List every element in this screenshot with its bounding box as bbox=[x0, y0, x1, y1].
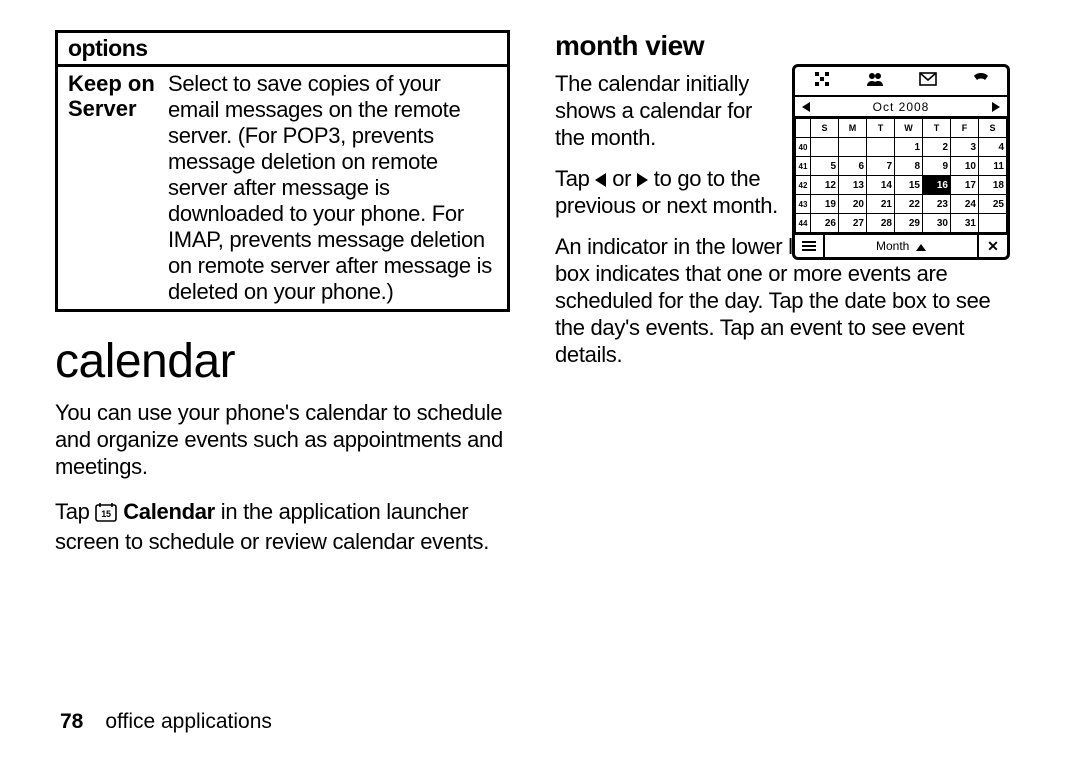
option-desc: Select to save copies of your email mess… bbox=[168, 71, 497, 305]
page-number: 78 bbox=[60, 710, 83, 733]
date-cell[interactable]: 26 bbox=[811, 214, 839, 233]
apps-icon[interactable] bbox=[795, 71, 848, 92]
date-cell[interactable]: 5 bbox=[811, 157, 839, 176]
mail-icon[interactable] bbox=[901, 71, 954, 91]
date-cell[interactable] bbox=[811, 138, 839, 157]
date-cell[interactable]: 21 bbox=[867, 195, 895, 214]
date-cell[interactable]: 17 bbox=[951, 176, 979, 195]
date-cell[interactable]: 20 bbox=[839, 195, 867, 214]
date-cell[interactable]: 13 bbox=[839, 176, 867, 195]
options-table: options Keep on Server Select to save co… bbox=[55, 30, 510, 312]
calendar-icon: 15 bbox=[95, 501, 117, 528]
month-p1: The calendar initially shows a calendar … bbox=[555, 70, 780, 151]
date-cell[interactable]: 22 bbox=[895, 195, 923, 214]
calendar-p1: You can use your phone's calendar to sch… bbox=[55, 399, 510, 480]
phone-icon[interactable] bbox=[954, 71, 1007, 91]
date-cell[interactable]: 15 bbox=[895, 176, 923, 195]
menu-button[interactable] bbox=[795, 235, 825, 257]
date-cell[interactable]: 30 bbox=[923, 214, 951, 233]
option-name: Keep on Server bbox=[68, 71, 168, 305]
view-selector[interactable]: Month bbox=[825, 239, 977, 253]
close-button[interactable]: ✕ bbox=[977, 235, 1007, 257]
calendar-p2: Tap 15 Calendar in the application launc… bbox=[55, 498, 510, 555]
date-cell[interactable]: 8 bbox=[895, 157, 923, 176]
options-header: options bbox=[58, 33, 507, 67]
date-cell[interactable] bbox=[839, 138, 867, 157]
date-cell[interactable]: 19 bbox=[811, 195, 839, 214]
mini-calendar: Oct 2008 SMTWTFS401234415678910114212131… bbox=[792, 64, 1010, 260]
prev-month-button[interactable] bbox=[795, 99, 817, 114]
right-arrow-icon bbox=[637, 173, 648, 187]
date-cell[interactable]: 27 bbox=[839, 214, 867, 233]
month-label: Oct 2008 bbox=[817, 100, 985, 114]
date-cell[interactable]: 9 bbox=[923, 157, 951, 176]
date-cell[interactable]: 28 bbox=[867, 214, 895, 233]
date-cell[interactable]: 1 bbox=[895, 138, 923, 157]
date-cell[interactable]: 11 bbox=[979, 157, 1007, 176]
month-view-heading: month view bbox=[555, 30, 1010, 62]
month-p2: Tap or to go to the previous or next mon… bbox=[555, 165, 780, 219]
date-cell[interactable]: 3 bbox=[951, 138, 979, 157]
section-name: office applications bbox=[105, 710, 272, 733]
date-cell[interactable]: 16 bbox=[923, 176, 951, 195]
next-month-button[interactable] bbox=[985, 99, 1007, 114]
date-cell[interactable]: 4 bbox=[979, 138, 1007, 157]
page-footer: 78 office applications bbox=[60, 710, 272, 734]
date-cell[interactable] bbox=[867, 138, 895, 157]
calendar-heading: calendar bbox=[55, 334, 510, 389]
date-cell[interactable]: 24 bbox=[951, 195, 979, 214]
date-cell[interactable]: 14 bbox=[867, 176, 895, 195]
date-cell[interactable]: 25 bbox=[979, 195, 1007, 214]
contacts-icon[interactable] bbox=[848, 71, 901, 92]
date-cell[interactable]: 12 bbox=[811, 176, 839, 195]
date-cell[interactable]: 2 bbox=[923, 138, 951, 157]
left-arrow-icon bbox=[595, 173, 606, 187]
date-cell[interactable]: 18 bbox=[979, 176, 1007, 195]
date-cell[interactable]: 7 bbox=[867, 157, 895, 176]
date-cell[interactable]: 6 bbox=[839, 157, 867, 176]
svg-text:15: 15 bbox=[102, 509, 112, 519]
date-cell[interactable]: 23 bbox=[923, 195, 951, 214]
date-cell[interactable]: 10 bbox=[951, 157, 979, 176]
calendar-grid: SMTWTFS401234415678910114212131415161718… bbox=[795, 118, 1007, 233]
date-cell[interactable]: 29 bbox=[895, 214, 923, 233]
date-cell[interactable]: 31 bbox=[951, 214, 979, 233]
date-cell[interactable] bbox=[979, 214, 1007, 233]
